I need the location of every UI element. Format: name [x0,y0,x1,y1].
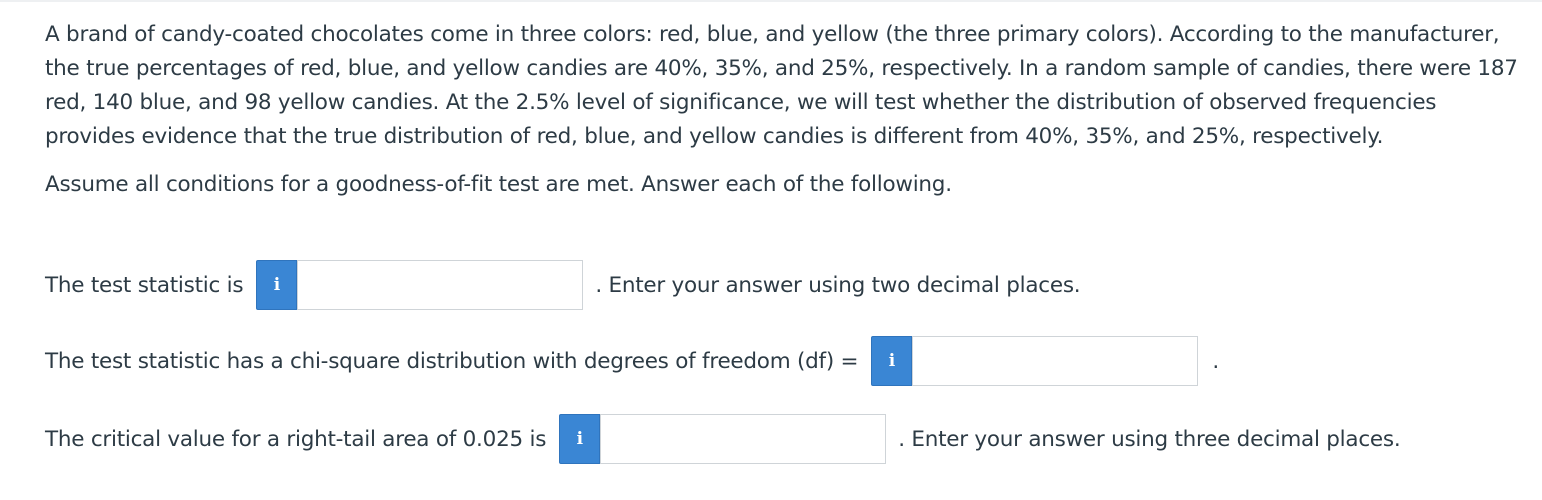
info-icon[interactable]: i [559,414,601,464]
critical-value-answer-group: i [559,414,887,464]
degrees-of-freedom-period: . [1212,348,1219,374]
degrees-of-freedom-answer-group: i [871,336,1199,386]
test-statistic-input[interactable] [297,260,584,310]
test-statistic-label: The test statistic is [45,272,244,298]
info-icon[interactable]: i [871,336,913,386]
degrees-of-freedom-label: The test statistic has a chi-square dist… [45,348,859,374]
top-divider [0,0,1542,2]
test-statistic-answer-group: i [256,260,584,310]
test-statistic-row: The test statistic is i . Enter your ans… [45,260,1081,310]
info-icon[interactable]: i [256,260,298,310]
question-text: A brand of candy-coated chocolates come … [45,18,1530,202]
critical-value-label: The critical value for a right-tail area… [45,426,547,452]
degrees-of-freedom-input[interactable] [912,336,1199,386]
critical-value-row: The critical value for a right-tail area… [45,414,1401,464]
question-instructions: Assume all conditions for a goodness-of-… [45,172,952,197]
test-statistic-hint: . Enter your answer using two decimal pl… [595,272,1081,298]
degrees-of-freedom-row: The test statistic has a chi-square dist… [45,336,1219,386]
question-stem: A brand of candy-coated chocolates come … [45,22,1518,149]
critical-value-input[interactable] [600,414,887,464]
critical-value-hint: . Enter your answer using three decimal … [898,426,1401,452]
